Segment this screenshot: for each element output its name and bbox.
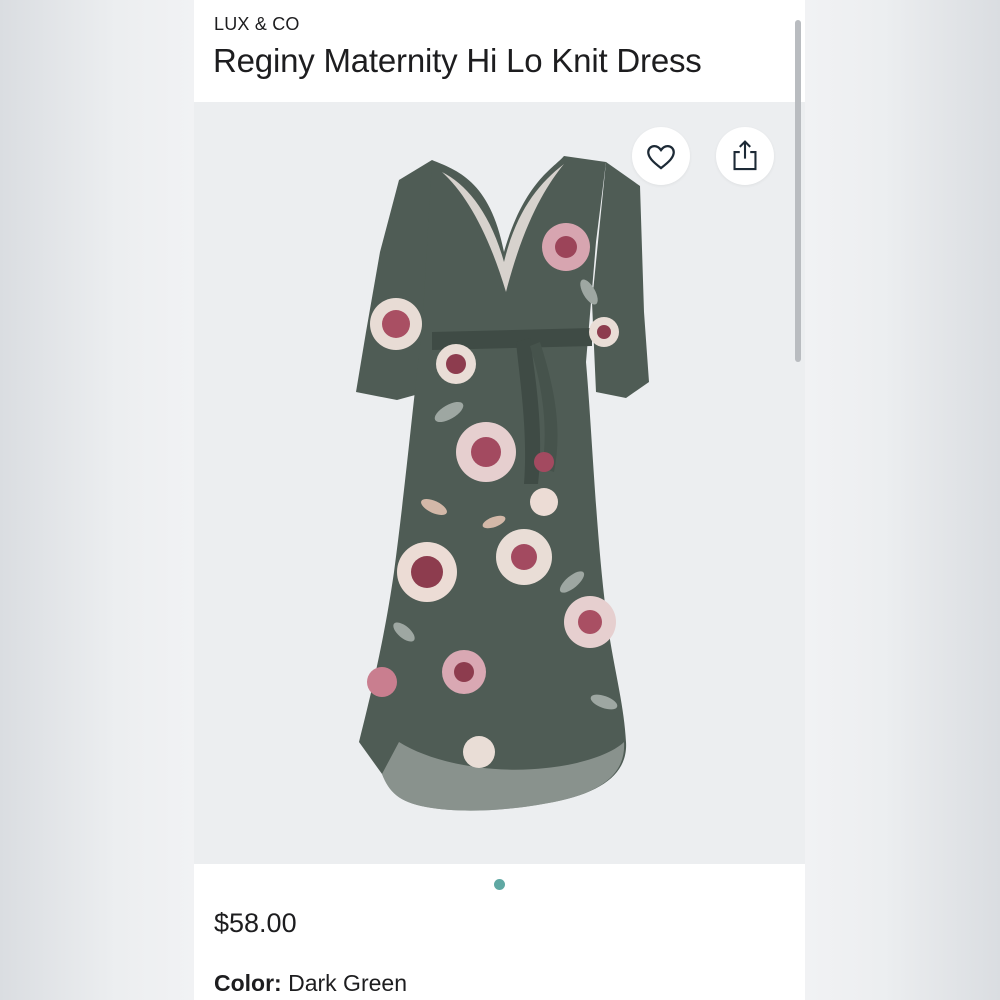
- share-button[interactable]: [716, 127, 774, 185]
- carousel-dot-active[interactable]: [494, 879, 505, 890]
- share-icon: [733, 140, 757, 171]
- color-info: Color: Dark Green: [214, 970, 407, 997]
- product-image-area[interactable]: [194, 102, 805, 864]
- background-blur-left: [0, 0, 194, 1000]
- product-page: LUX & CO Reginy Maternity Hi Lo Knit Dre…: [194, 0, 805, 1000]
- product-header: LUX & CO Reginy Maternity Hi Lo Knit Dre…: [194, 0, 805, 102]
- product-title: Reginy Maternity Hi Lo Knit Dress: [213, 42, 702, 79]
- scrollbar[interactable]: [795, 20, 801, 362]
- carousel-indicator: [194, 876, 805, 892]
- background-blur-right: [805, 0, 1000, 1000]
- brand-name[interactable]: LUX & CO: [214, 14, 300, 35]
- product-image[interactable]: [194, 102, 805, 864]
- color-value: Dark Green: [288, 970, 407, 996]
- color-label: Color:: [214, 970, 289, 996]
- favorite-button[interactable]: [632, 127, 690, 185]
- heart-icon: [647, 144, 675, 170]
- product-price: $58.00: [214, 908, 297, 938]
